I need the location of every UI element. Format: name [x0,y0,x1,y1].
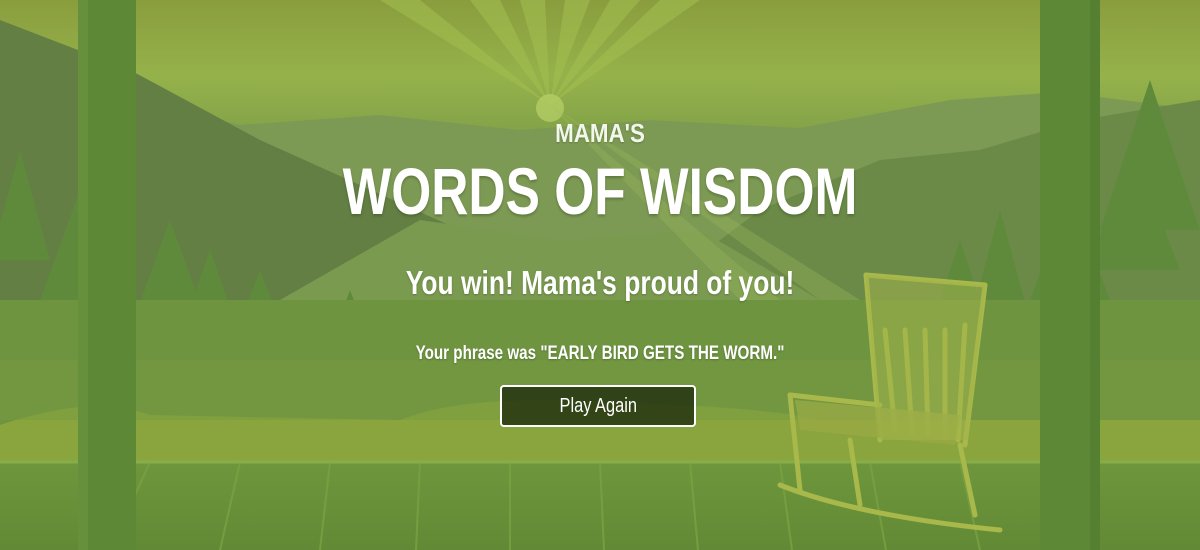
game-subtitle: MAMA'S [555,118,645,148]
phrase-reveal: Your phrase was "EARLY BIRD GETS THE WOR… [120,343,1080,365]
game-title: WORDS OF WISDOM [342,154,858,228]
play-again-label: Play Again [559,395,637,417]
win-message: You win! Mama's proud of you! [405,264,795,301]
game-screen: MAMA'S WORDS OF WISDOM You win! Mama's p… [0,0,1200,550]
play-again-button[interactable]: Play Again [500,385,696,427]
phrase-prefix: Your phrase was [415,343,541,364]
win-dialog: MAMA'S WORDS OF WISDOM You win! Mama's p… [0,0,1200,550]
phrase-text: "EARLY BIRD GETS THE WORM." [540,343,785,364]
